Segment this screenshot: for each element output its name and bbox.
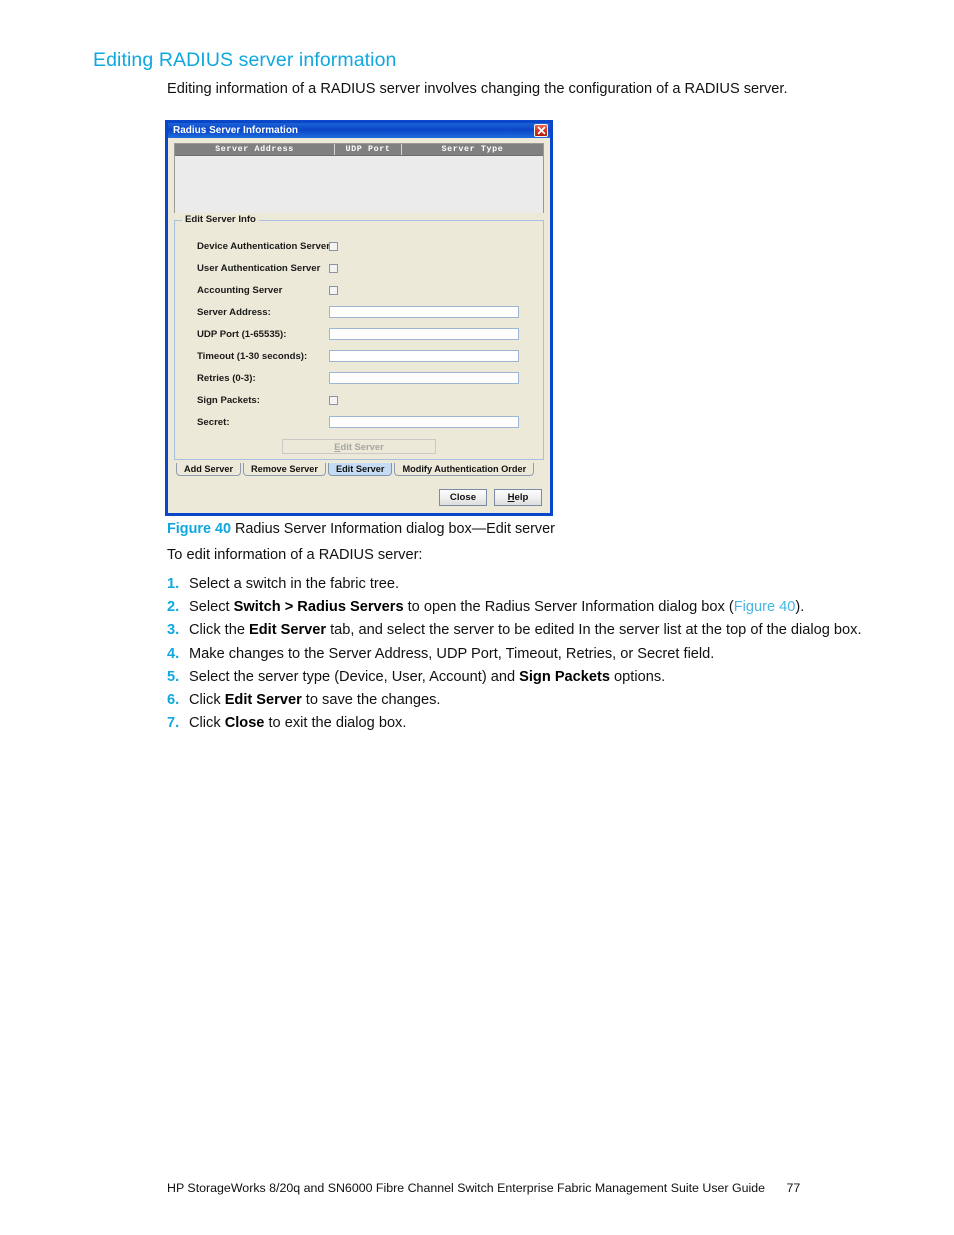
label-sign-packets: Sign Packets:	[197, 394, 260, 406]
dialog-body: Server Address UDP Port Server Type Edit…	[168, 138, 550, 513]
procedure-lead-in: To edit information of a RADIUS server:	[167, 547, 423, 563]
step-number: 1.	[167, 576, 180, 592]
dialog-titlebar: Radius Server Information	[168, 123, 550, 138]
step-2: 2. Select Switch > Radius Servers to ope…	[167, 599, 897, 622]
checkbox-device-auth-server[interactable]	[329, 241, 338, 251]
dialog-tabs: Add Server Remove Server Edit Server Mod…	[174, 463, 544, 476]
step-text: Click Close to exit the dialog box.	[189, 715, 407, 732]
page-number: 77	[786, 1181, 801, 1195]
form-row-user-auth-server: User Authentication Server	[197, 257, 529, 279]
label-retries: Retries (0-3):	[197, 372, 256, 384]
label-user-auth-server: User Authentication Server	[197, 262, 321, 274]
label-timeout: Timeout (1-30 seconds):	[197, 350, 308, 362]
intro-paragraph: Editing information of a RADIUS server i…	[167, 81, 788, 97]
column-header-udp-port[interactable]: UDP Port	[335, 144, 402, 155]
step-text: Click the Edit Server tab, and select th…	[189, 622, 862, 639]
label-server-address: Server Address:	[197, 306, 271, 318]
label-secret: Secret:	[197, 416, 230, 428]
tab-remove-server[interactable]: Remove Server	[243, 463, 326, 476]
column-header-server-type[interactable]: Server Type	[402, 144, 543, 155]
label-udp-port: UDP Port (1-65535):	[197, 328, 287, 340]
server-address-input[interactable]	[329, 306, 519, 318]
group-title: Edit Server Info	[182, 214, 259, 225]
step-text: Select a switch in the fabric tree.	[189, 576, 400, 592]
checkbox-accounting-server[interactable]	[329, 285, 338, 295]
figure-caption-text: Radius Server Information dialog box—Edi…	[234, 521, 555, 537]
help-button[interactable]: Help	[494, 489, 542, 506]
server-list-body[interactable]	[175, 156, 543, 213]
footer-title: HP StorageWorks 8/20q and SN6000 Fibre C…	[167, 1181, 766, 1195]
udp-port-input[interactable]	[329, 328, 519, 340]
edit-server-button[interactable]: Edit Server	[282, 439, 436, 454]
step-text: Click Edit Server to save the changes.	[189, 691, 441, 708]
edit-server-button-label-rest: dit Server	[340, 441, 384, 452]
dialog-title: Radius Server Information	[173, 124, 299, 136]
page-title: Editing RADIUS server information	[93, 49, 397, 71]
label-accounting-server: Accounting Server	[197, 284, 283, 296]
retries-input[interactable]	[329, 372, 519, 384]
step-text: Make changes to the Server Address, UDP …	[189, 645, 715, 662]
server-list-header: Server Address UDP Port Server Type	[175, 144, 543, 156]
step-number: 3.	[167, 622, 180, 639]
secret-input[interactable]	[329, 416, 519, 428]
step-number: 5.	[167, 668, 180, 685]
edit-server-button-row: Edit Server	[197, 439, 529, 454]
radius-server-information-dialog: Radius Server Information Server Address…	[165, 120, 553, 516]
step-5: 5. Select the server type (Device, User,…	[167, 669, 897, 692]
tab-edit-server[interactable]: Edit Server	[327, 463, 393, 476]
checkbox-sign-packets[interactable]	[329, 395, 338, 405]
step-number: 2.	[167, 599, 180, 616]
form-row-sign-packets: Sign Packets:	[197, 389, 529, 411]
form-row-timeout: Timeout (1-30 seconds):	[197, 345, 529, 367]
page-footer: HP StorageWorks 8/20q and SN6000 Fibre C…	[167, 1181, 800, 1195]
step-number: 6.	[167, 691, 180, 708]
server-list[interactable]: Server Address UDP Port Server Type	[174, 143, 544, 213]
figure-number: Figure 40	[167, 521, 231, 537]
form-row-device-auth-server: Device Authentication Server	[197, 235, 529, 257]
timeout-input[interactable]	[329, 350, 519, 362]
tab-modify-authentication-order[interactable]: Modify Authentication Order	[394, 463, 535, 476]
step-text: Select the server type (Device, User, Ac…	[189, 668, 666, 685]
document-page: Editing RADIUS server information Editin…	[0, 0, 954, 1235]
close-icon[interactable]	[534, 124, 548, 137]
step-4: 4. Make changes to the Server Address, U…	[167, 646, 897, 669]
step-3: 3. Click the Edit Server tab, and select…	[167, 622, 897, 645]
label-device-auth-server: Device Authentication Server	[197, 240, 330, 252]
step-6: 6. Click Edit Server to save the changes…	[167, 692, 897, 715]
edit-server-form: Device Authentication Server User Authen…	[175, 221, 543, 454]
step-7: 7. Click Close to exit the dialog box.	[167, 715, 897, 738]
step-number: 7.	[167, 715, 180, 732]
form-row-accounting-server: Accounting Server	[197, 279, 529, 301]
close-button[interactable]: Close	[439, 489, 487, 506]
checkbox-user-auth-server[interactable]	[329, 263, 338, 273]
step-text: Select Switch > Radius Servers to open t…	[189, 599, 805, 616]
edit-server-info-group: Edit Server Info Device Authentication S…	[174, 214, 544, 460]
form-row-server-address: Server Address:	[197, 301, 529, 323]
procedure-steps: 1. Select a switch in the fabric tree. 2…	[167, 576, 897, 738]
form-row-retries: Retries (0-3):	[197, 367, 529, 389]
help-button-label-rest: elp	[514, 492, 529, 503]
dialog-button-bar: Close Help	[174, 489, 544, 506]
form-row-udp-port: UDP Port (1-65535):	[197, 323, 529, 345]
figure-caption: Figure 40 Radius Server Information dial…	[167, 521, 555, 537]
step-1: 1. Select a switch in the fabric tree.	[167, 576, 897, 599]
form-row-secret: Secret:	[197, 411, 529, 433]
step-number: 4.	[167, 645, 180, 662]
tab-add-server[interactable]: Add Server	[176, 463, 242, 476]
column-header-server-address[interactable]: Server Address	[175, 144, 335, 155]
